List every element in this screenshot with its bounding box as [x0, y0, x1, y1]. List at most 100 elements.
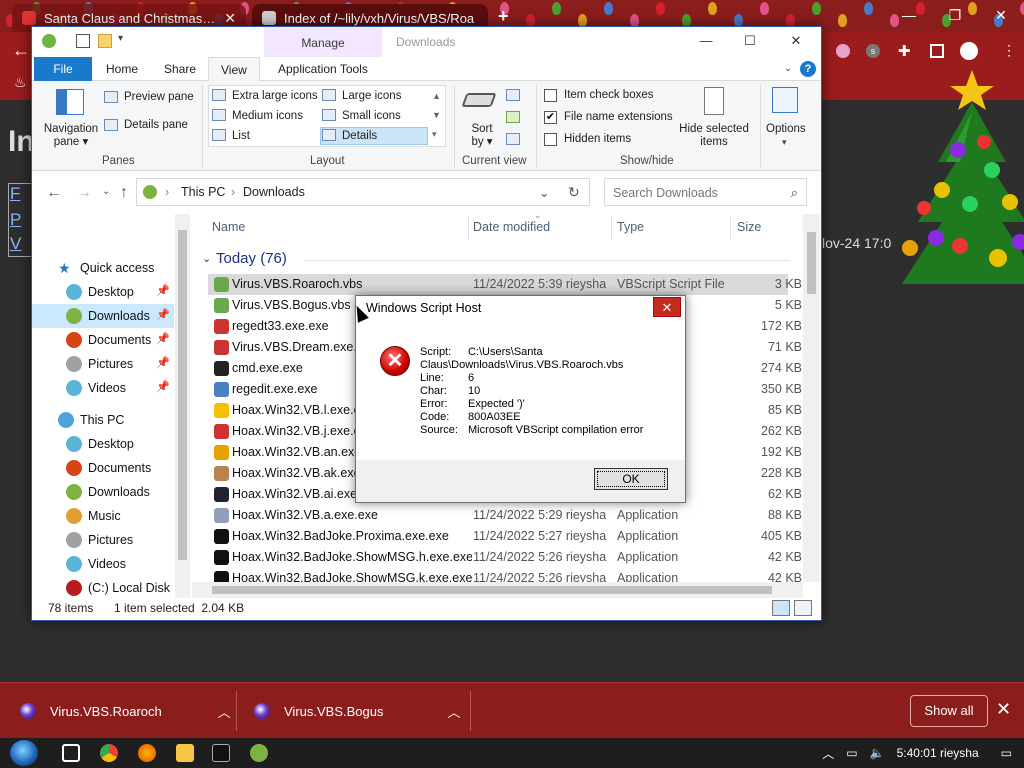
download-item-bogus[interactable]: Virus.VBS.Bogus ︿ [254, 691, 461, 731]
task-view-icon[interactable] [62, 744, 80, 762]
column-header-name[interactable]: Name [212, 220, 245, 234]
page-link[interactable]: V [10, 234, 21, 254]
recent-locations-icon[interactable]: ⌄ [102, 186, 110, 197]
back-arrow-icon[interactable]: ← [46, 184, 62, 202]
sort-by-button[interactable]: Sort by ▾ [468, 123, 496, 149]
nav-scrollbar[interactable] [175, 214, 190, 598]
puzzle-extensions-icon[interactable]: ✚ [898, 42, 911, 60]
nav-item[interactable]: Documents [32, 456, 174, 480]
navigation-pane-button[interactable]: Navigation pane ▾ [42, 123, 100, 149]
scroll-thumb[interactable] [807, 232, 816, 294]
new-tab-button[interactable]: + [498, 6, 509, 27]
start-button[interactable] [10, 740, 38, 766]
nav-item[interactable]: Desktop [32, 432, 174, 456]
extension-icon[interactable]: ♨ [14, 74, 27, 91]
back-circle-icon[interactable] [42, 34, 56, 48]
show-all-button[interactable]: Show all [910, 695, 988, 727]
download-item-roaroch[interactable]: Virus.VBS.Roaroch ︿ [20, 691, 231, 731]
nav-item[interactable]: Downloads [32, 480, 174, 504]
clock[interactable]: 5:40:01 rieysha [897, 746, 979, 760]
back-arrow-icon[interactable]: ← [12, 40, 30, 61]
layout-small-icons[interactable]: Small icons [342, 110, 401, 122]
tab-share[interactable]: Share [152, 57, 208, 81]
group-by-icon[interactable] [506, 89, 520, 101]
profile-extension-icon[interactable] [836, 44, 850, 58]
tab-application-tools[interactable]: Application Tools [266, 57, 380, 81]
sidebar-icon[interactable] [930, 44, 944, 58]
chevron-up-icon[interactable]: ︿ [822, 745, 834, 762]
page-link[interactable]: P [10, 210, 21, 230]
file-list-vertical-scrollbar[interactable] [803, 214, 820, 582]
firefox-icon[interactable] [138, 744, 156, 762]
breadcrumb-downloads[interactable]: Downloads [243, 185, 305, 199]
help-icon[interactable]: ? [800, 61, 816, 77]
tab-file[interactable]: File [34, 57, 92, 81]
tab-home[interactable]: Home [94, 57, 150, 81]
add-columns-icon[interactable] [506, 111, 520, 123]
breadcrumb-this-pc[interactable]: This PC [181, 185, 225, 199]
file-row[interactable]: Virus.VBS.Roaroch.vbs 11/24/2022 5:39 rie… [208, 274, 802, 295]
close-button[interactable]: ✕ [776, 31, 816, 53]
notifications-icon[interactable]: ▭ [1001, 746, 1012, 760]
file-row[interactable]: Hoax.Win32.BadJoke.ShowMSG.h.exe.exe 11/2… [208, 547, 802, 568]
wsh-icon[interactable] [250, 744, 268, 762]
search-input[interactable]: Search Downloads ⌕ [604, 178, 807, 206]
layout-scroll-arrows-icon[interactable]: ▲ ▼ ▾ [432, 87, 441, 144]
maximize-button[interactable]: ☐ [730, 31, 770, 53]
nav-item[interactable]: Desktop 📌 [32, 280, 174, 304]
nav-item[interactable]: This PC [32, 408, 174, 432]
properties-icon[interactable] [76, 34, 90, 48]
large-icons-view-button[interactable] [794, 600, 812, 616]
details-view-button[interactable] [772, 600, 790, 616]
nav-item[interactable]: Pictures [32, 528, 174, 552]
address-dropdown-icon[interactable]: ⌄ [539, 185, 549, 200]
browser-minimize-button[interactable]: — [886, 0, 932, 32]
collapse-ribbon-icon[interactable]: ⌄ [784, 63, 792, 74]
volume-icon[interactable]: 🔈 [870, 746, 885, 760]
address-bar[interactable]: › This PC › Downloads ⌄ [136, 178, 590, 206]
page-link[interactable]: F [10, 184, 20, 204]
options-button[interactable]: Options [766, 123, 806, 135]
layout-list[interactable]: List [232, 130, 250, 142]
up-arrow-icon[interactable]: ↑ [120, 184, 128, 202]
layout-medium-icons[interactable]: Medium icons [232, 110, 303, 122]
layout-details[interactable]: Details [342, 130, 377, 142]
nav-item[interactable]: Documents 📌 [32, 328, 174, 352]
details-pane-button[interactable]: Details pane [124, 119, 188, 131]
nav-item[interactable]: Pictures 📌 [32, 352, 174, 376]
tab-view[interactable]: View [208, 57, 260, 82]
size-columns-icon[interactable] [506, 133, 520, 145]
nav-item[interactable]: Downloads 📌 [32, 304, 174, 328]
chevron-up-icon[interactable]: ︿ [218, 702, 231, 721]
column-header-size[interactable]: Size [737, 220, 761, 234]
network-icon[interactable]: ▭ [846, 746, 857, 760]
layout-extra-large-icons[interactable]: Extra large icons [232, 90, 318, 102]
chevron-up-icon[interactable]: ︿ [447, 702, 460, 721]
nav-item[interactable]: Videos 📌 [32, 376, 174, 400]
hide-selected-items-button[interactable]: Hide selected items [676, 123, 752, 149]
nav-item[interactable]: Videos [32, 552, 174, 576]
preview-pane-button[interactable]: Preview pane [124, 91, 194, 103]
options-dropdown-icon[interactable]: ▾ [782, 137, 787, 148]
cmd-icon[interactable] [212, 744, 230, 762]
close-tab-icon[interactable]: ✕ [224, 10, 236, 27]
close-downloads-bar-button[interactable]: ✕ [996, 699, 1011, 720]
nav-item[interactable]: (C:) Local Disk [32, 576, 174, 600]
column-header-type[interactable]: Type [617, 220, 644, 234]
group-header[interactable]: Today (76) [216, 250, 287, 267]
nav-quick-access[interactable]: ★ Quick access [32, 256, 174, 280]
s-extension-icon[interactable]: s [866, 44, 880, 58]
column-header-date[interactable]: Date modified [473, 220, 550, 234]
scroll-thumb[interactable] [212, 586, 772, 594]
file-name-extensions-checkbox[interactable]: ✔ [544, 111, 557, 124]
group-collapse-icon[interactable]: ⌄ [202, 252, 211, 265]
avatar[interactable] [960, 42, 978, 60]
file-list-horizontal-scrollbar[interactable] [192, 582, 803, 598]
hidden-items-checkbox[interactable] [544, 133, 557, 146]
tab-manage[interactable]: Manage [264, 27, 382, 57]
chrome-icon[interactable] [100, 744, 118, 762]
minimize-button[interactable]: — [686, 31, 726, 53]
browser-maximize-button[interactable]: ❐ [932, 0, 978, 32]
qat-dropdown-icon[interactable]: ▾ [118, 33, 123, 44]
browser-close-button[interactable]: ✕ [978, 0, 1024, 32]
